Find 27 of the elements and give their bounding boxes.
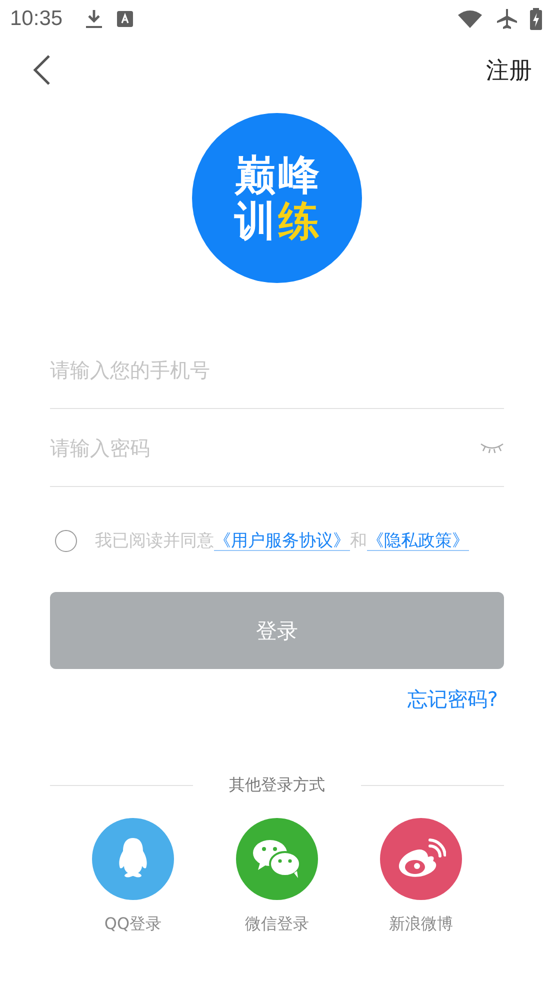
forgot-password-link[interactable]: 忘记密码? bbox=[407, 686, 498, 713]
phone-input-field[interactable]: 请输入您的手机号 bbox=[50, 350, 504, 390]
agreement-checkbox[interactable] bbox=[55, 530, 77, 552]
logo-character: 训 bbox=[233, 198, 276, 244]
register-button[interactable]: 注册 bbox=[486, 54, 532, 86]
other-login-title: 其他登录方式 bbox=[229, 775, 325, 796]
social-login-label[interactable]: 新浪微博 bbox=[389, 914, 453, 935]
download-icon bbox=[84, 9, 103, 29]
agreement-text: 和 bbox=[350, 530, 367, 552]
agreement-text: 我已阅读并同意 bbox=[95, 530, 214, 552]
eye-closed-icon[interactable] bbox=[480, 442, 504, 454]
wifi-icon bbox=[458, 10, 482, 28]
airplane-icon bbox=[496, 8, 518, 30]
password-input-field[interactable]: 请输入密码 bbox=[50, 428, 480, 468]
logo-character: 巅 bbox=[234, 152, 276, 198]
logo-character: 练 bbox=[277, 198, 320, 244]
social-login-label[interactable]: QQ登录 bbox=[104, 914, 162, 935]
social-login-label[interactable]: 微信登录 bbox=[245, 914, 309, 935]
back-icon[interactable] bbox=[32, 54, 52, 86]
keyboard-a-icon bbox=[116, 11, 133, 27]
logo-character: 峰 bbox=[278, 152, 320, 198]
eye-swirl-icon bbox=[396, 838, 446, 880]
privacy-link[interactable]: 《隐私政策》 bbox=[367, 529, 469, 552]
battery-icon bbox=[530, 8, 542, 30]
clock: 10:35 bbox=[10, 7, 63, 31]
chat-bubbles-icon bbox=[252, 839, 302, 879]
terms-link[interactable]: 《用户服务协议》 bbox=[214, 529, 350, 552]
